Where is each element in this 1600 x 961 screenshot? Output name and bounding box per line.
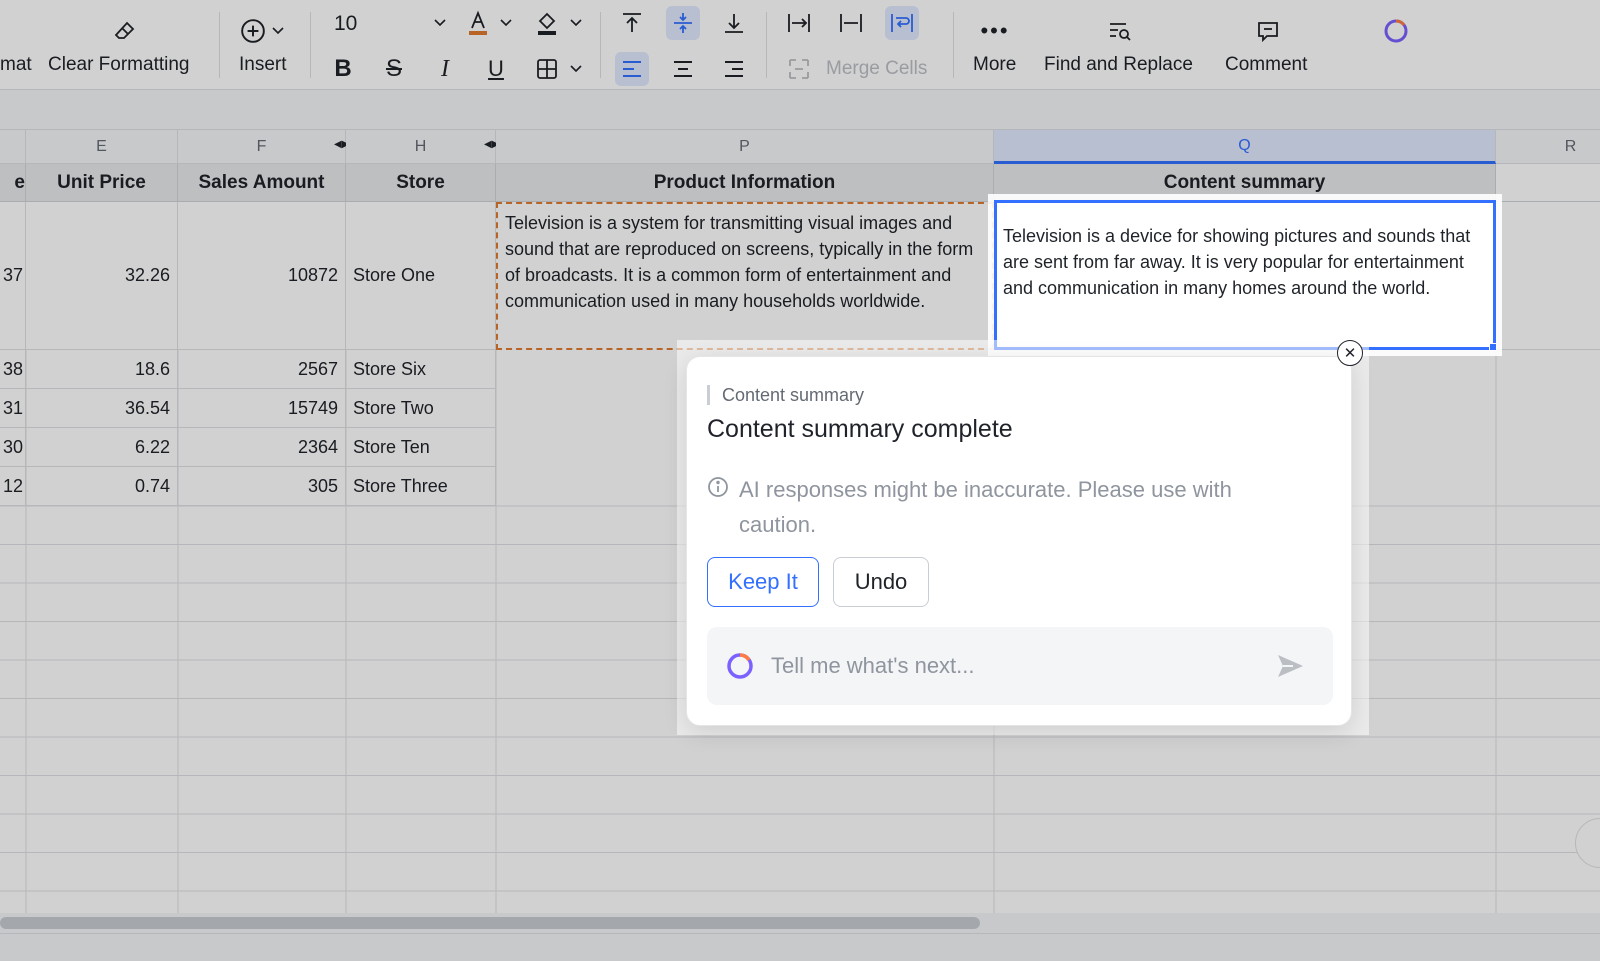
merge-cells-icon [782, 52, 816, 86]
font-size-select[interactable]: 10 [334, 12, 357, 36]
font-color-icon[interactable] [461, 6, 495, 40]
info-icon [707, 476, 729, 498]
more-button[interactable]: More [973, 54, 1016, 76]
close-popup-button[interactable]: ✕ [1337, 340, 1363, 366]
text-overflow-icon[interactable] [782, 6, 816, 40]
ai-assistant-icon [725, 651, 755, 681]
merge-cells-button: Merge Cells [826, 58, 928, 79]
comment-button[interactable]: Comment [1225, 54, 1307, 76]
borders-icon[interactable] [530, 52, 564, 86]
ai-assistant-icon[interactable] [1379, 14, 1413, 48]
toolbar: mat Clear Formatting Insert 10 B S I U M… [0, 0, 1600, 90]
italic-icon[interactable]: I [428, 52, 462, 86]
toolbar-divider [600, 12, 601, 78]
underline-icon[interactable]: U [479, 52, 513, 86]
align-right-icon[interactable] [717, 52, 751, 86]
send-icon[interactable] [1275, 651, 1305, 681]
horizontal-scrollbar-thumb[interactable] [0, 917, 980, 929]
popup-tag: Content summary [707, 385, 864, 405]
toolbar-divider [766, 12, 767, 78]
align-left-icon[interactable] [615, 52, 649, 86]
follow-up-input-box[interactable] [707, 627, 1333, 705]
text-clip-icon[interactable] [834, 6, 868, 40]
undo-button[interactable]: Undo [833, 557, 929, 607]
keep-it-button[interactable]: Keep It [707, 557, 819, 607]
chevron-down-icon[interactable] [268, 14, 288, 48]
formula-bar[interactable] [0, 90, 1600, 130]
align-middle-icon[interactable] [666, 6, 700, 40]
status-bar [0, 933, 1600, 961]
clear-formatting-button[interactable]: Clear Formatting [48, 54, 190, 76]
align-bottom-icon[interactable] [717, 6, 751, 40]
fill-color-icon[interactable] [530, 6, 564, 40]
content-summary-output-cell[interactable]: Television is a device for showing pictu… [994, 200, 1496, 350]
insert-button[interactable]: Insert [239, 54, 287, 76]
chevron-down-icon[interactable] [430, 6, 450, 40]
align-center-icon[interactable] [666, 52, 700, 86]
more-dots-icon[interactable]: ••• [978, 14, 1012, 48]
eraser-icon[interactable] [108, 14, 142, 48]
text-wrap-icon[interactable] [885, 6, 919, 40]
fill-handle[interactable] [1489, 343, 1497, 351]
chevron-down-icon[interactable] [566, 52, 586, 86]
chevron-down-icon[interactable] [496, 6, 516, 40]
ai-disclaimer-text: AI responses might be inaccurate. Please… [739, 477, 1232, 537]
find-replace-icon[interactable] [1103, 14, 1137, 48]
follow-up-input[interactable] [771, 649, 1251, 683]
align-top-icon[interactable] [615, 6, 649, 40]
toolbar-divider [310, 12, 311, 78]
format-painter-label[interactable]: mat [0, 54, 32, 76]
bold-icon[interactable]: B [326, 52, 360, 86]
toolbar-divider [219, 12, 220, 78]
ai-result-popup: Content summary Content summary complete… [686, 356, 1352, 726]
toolbar-divider [953, 12, 954, 78]
plus-circle-icon[interactable] [236, 14, 270, 48]
chevron-down-icon[interactable] [566, 6, 586, 40]
strikethrough-icon[interactable]: S [377, 52, 411, 86]
popup-title: Content summary complete [707, 415, 1013, 443]
comment-icon[interactable] [1251, 14, 1285, 48]
find-and-replace-button[interactable]: Find and Replace [1044, 54, 1193, 76]
